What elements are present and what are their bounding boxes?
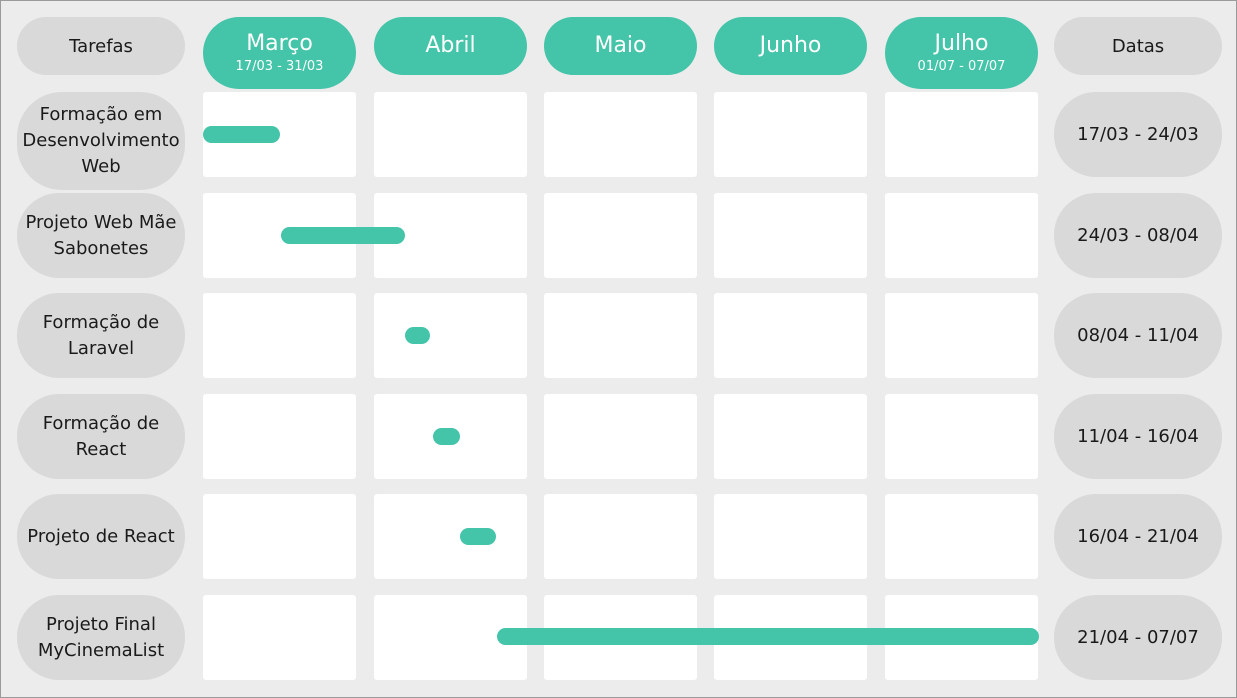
grid-cell — [374, 293, 527, 378]
month-name: Julho — [934, 31, 989, 56]
grid-cell — [885, 193, 1038, 278]
grid-cell — [714, 193, 867, 278]
tasks-header: Tarefas — [17, 17, 185, 75]
task-label: Formação em Desenvolvimento Web — [17, 92, 185, 190]
task-label: Projeto de React — [17, 494, 185, 579]
grid-cell — [885, 494, 1038, 579]
task-dates: 24/03 - 08/04 — [1054, 193, 1222, 278]
month-range: 17/03 - 31/03 — [235, 59, 324, 74]
task-dates: 16/04 - 21/04 — [1054, 494, 1222, 579]
grid-cell — [544, 494, 697, 579]
task-bar — [433, 428, 460, 445]
grid-cell — [544, 293, 697, 378]
grid-cell — [544, 193, 697, 278]
task-dates: 21/04 - 07/07 — [1054, 595, 1222, 680]
task-label: Formação de Laravel — [17, 293, 185, 378]
grid-cell — [203, 293, 356, 378]
month-name: Junho — [759, 33, 822, 58]
month-header-julho: Julho 01/07 - 07/07 — [885, 17, 1038, 89]
grid-cell — [544, 394, 697, 479]
month-range: 01/07 - 07/07 — [917, 59, 1006, 74]
gantt-chart: Tarefas Datas Março 17/03 - 31/03 Abril … — [0, 0, 1237, 698]
task-bar — [405, 327, 430, 344]
task-bar — [460, 528, 496, 545]
grid-cell — [374, 494, 527, 579]
grid-cell — [203, 595, 356, 680]
grid-cell — [885, 394, 1038, 479]
task-bar — [497, 628, 1039, 645]
grid-cell — [885, 92, 1038, 177]
task-label: Projeto Web Mãe Sabonetes — [17, 193, 185, 278]
task-label: Formação de React — [17, 394, 185, 479]
grid-cell — [544, 92, 697, 177]
grid-cell — [714, 494, 867, 579]
task-dates: 17/03 - 24/03 — [1054, 92, 1222, 177]
task-bar — [203, 126, 280, 143]
grid-cell — [714, 293, 867, 378]
dates-header: Datas — [1054, 17, 1222, 75]
month-header-junho: Junho — [714, 17, 867, 75]
task-bar — [281, 227, 405, 244]
grid-cell — [885, 293, 1038, 378]
month-header-abril: Abril — [374, 17, 527, 75]
grid-cell — [714, 394, 867, 479]
grid-cell — [374, 92, 527, 177]
grid-cell — [714, 92, 867, 177]
task-dates: 08/04 - 11/04 — [1054, 293, 1222, 378]
month-header-maio: Maio — [544, 17, 697, 75]
month-name: Abril — [425, 33, 476, 58]
grid-cell — [203, 494, 356, 579]
month-name: Março — [246, 31, 313, 56]
month-header-marco: Março 17/03 - 31/03 — [203, 17, 356, 89]
task-label: Projeto Final MyCinemaList — [17, 595, 185, 680]
grid-cell — [203, 394, 356, 479]
task-dates: 11/04 - 16/04 — [1054, 394, 1222, 479]
month-name: Maio — [594, 33, 647, 58]
